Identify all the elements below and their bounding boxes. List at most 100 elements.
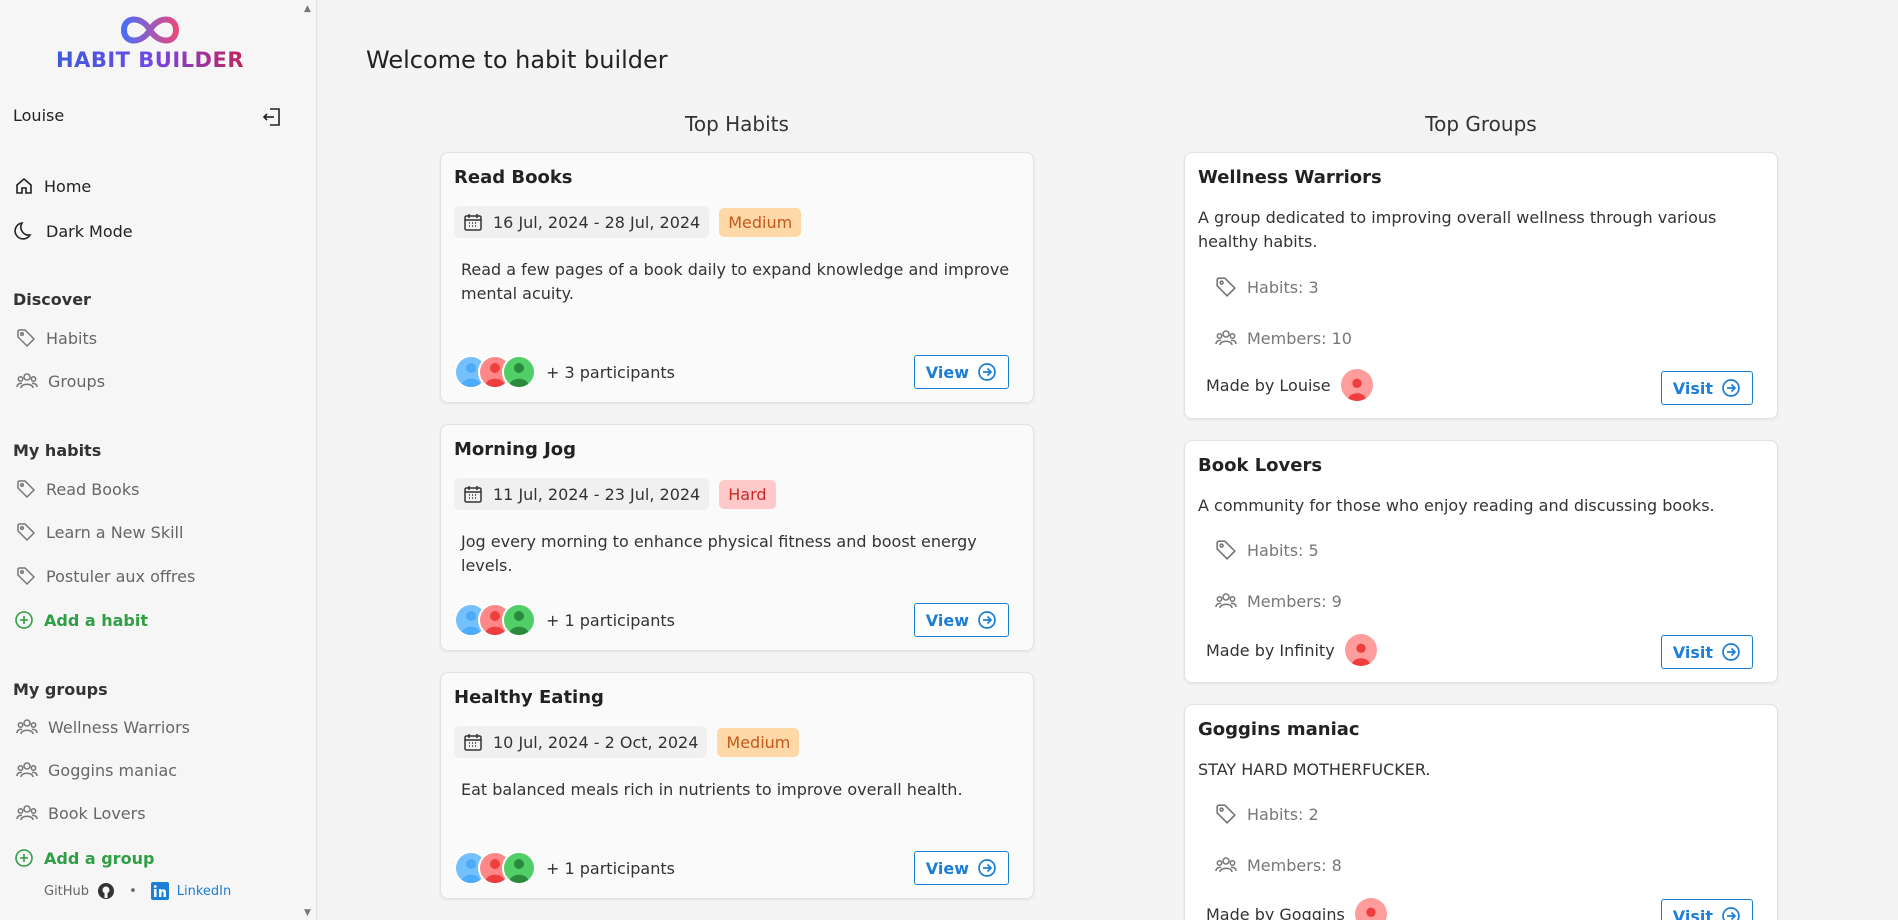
sidebar-item-read-books[interactable]: Read Books: [16, 479, 139, 499]
sidebar-item-label: Goggins maniac: [48, 760, 178, 780]
user-row: Louise: [13, 106, 283, 130]
visit-group-button[interactable]: Visit: [1660, 371, 1753, 405]
arrow-circle-right-icon: [1722, 907, 1740, 920]
add-habit-button[interactable]: Add a habit: [14, 610, 148, 630]
users-icon: [16, 719, 38, 735]
participants-count: + 3 participants: [546, 362, 675, 382]
users-icon: [1215, 593, 1237, 609]
users-icon: [1215, 857, 1237, 873]
creator-avatar: [1344, 634, 1377, 666]
app-logo[interactable]: HABIT BUILDER: [55, 10, 245, 74]
habit-dates-label: 10 Jul, 2024 - 2 Oct, 2024: [493, 732, 699, 752]
sidebar-item-wellness-warriors[interactable]: Wellness Warriors: [16, 717, 190, 737]
group-members-count: Members: 9: [1215, 591, 1342, 611]
view-button-label: View: [925, 610, 969, 630]
group-creator: Made by Infinity: [1206, 634, 1377, 666]
made-by-label: Made by Infinity: [1206, 640, 1335, 660]
view-button-label: View: [925, 362, 969, 382]
sidebar-scrollbar[interactable]: ▲ ▼: [302, 0, 316, 920]
arrow-circle-right-icon: [1722, 643, 1740, 661]
sidebar: HABIT BUILDER Louise Home Dark Mode Disc…: [0, 0, 316, 920]
group-habits-label: Habits: 2: [1247, 804, 1319, 824]
top-habits-title: Top Habits: [685, 112, 789, 136]
users-icon: [16, 762, 38, 778]
habit-dates: 10 Jul, 2024 - 2 Oct, 2024: [454, 726, 708, 758]
nav-home[interactable]: Home: [14, 176, 91, 196]
participants-row: + 1 participants: [454, 603, 675, 637]
linkedin-icon[interactable]: [150, 882, 169, 900]
add-group-button[interactable]: Add a group: [14, 848, 154, 868]
participant-avatar: [502, 355, 536, 389]
group-description: STAY HARD MOTHERFUCKER.: [1198, 760, 1431, 779]
main-content: Welcome to habit builder Top Habits Top …: [318, 0, 1898, 920]
participants-row: + 3 participants: [454, 355, 675, 389]
visit-button-label: Visit: [1672, 906, 1713, 920]
group-description: A community for those who enjoy reading …: [1198, 496, 1715, 515]
creator-avatar: [1354, 898, 1387, 920]
habit-dates-label: 16 Jul, 2024 - 28 Jul, 2024: [493, 212, 701, 232]
sidebar-item-label: Wellness Warriors: [48, 717, 190, 737]
group-description: A group dedicated to improving overall w…: [1198, 208, 1717, 251]
habit-date-row: 16 Jul, 2024 - 28 Jul, 2024 Medium: [454, 206, 802, 238]
view-habit-button[interactable]: View: [913, 355, 1009, 389]
sidebar-item-label: Postuler aux offres: [46, 566, 196, 586]
calendar-icon: [464, 734, 482, 751]
logo-text: HABIT BUILDER: [56, 48, 244, 72]
view-habit-button[interactable]: View: [913, 603, 1009, 637]
nav-dark-mode[interactable]: Dark Mode: [14, 220, 133, 242]
participants-count: + 1 participants: [546, 610, 675, 630]
logout-icon[interactable]: [261, 106, 283, 128]
group-habits-label: Habits: 5: [1247, 540, 1319, 560]
visit-group-button[interactable]: Visit: [1660, 635, 1753, 669]
sidebar-footer: GitHub • LinkedIn: [44, 882, 231, 900]
tag-icon: [1216, 540, 1236, 560]
tag-icon: [1216, 277, 1236, 297]
sidebar-item-habits[interactable]: Habits: [16, 328, 97, 348]
group-members-count: Members: 10: [1215, 328, 1352, 348]
linkedin-link[interactable]: LinkedIn: [177, 884, 231, 899]
group-habits-count: Habits: 5: [1215, 539, 1319, 561]
group-creator: Made by Louise: [1206, 369, 1373, 401]
sidebar-item-groups[interactable]: Groups: [16, 371, 105, 391]
made-by-label: Made by Louise: [1206, 375, 1331, 395]
group-title: Wellness Warriors: [1198, 167, 1382, 188]
visit-group-button[interactable]: Visit: [1660, 899, 1753, 920]
habit-title: Healthy Eating: [454, 687, 604, 708]
visit-button-label: Visit: [1672, 378, 1713, 398]
group-members-label: Members: 8: [1247, 855, 1342, 875]
page-title: Welcome to habit builder: [366, 46, 668, 74]
github-link[interactable]: GitHub: [44, 884, 89, 899]
group-card: Wellness Warriors A group dedicated to i…: [1184, 152, 1778, 419]
sidebar-item-learn-skill[interactable]: Learn a New Skill: [16, 522, 183, 542]
group-title: Goggins maniac: [1198, 719, 1360, 740]
sidebar-item-label: Read Books: [46, 479, 140, 499]
plus-circle-icon: [15, 611, 33, 629]
arrow-circle-right-icon: [978, 859, 996, 877]
scroll-up-arrow-icon[interactable]: ▲: [304, 4, 311, 14]
group-habits-count: Habits: 2: [1215, 803, 1319, 825]
tag-icon: [17, 523, 36, 542]
group-card: Goggins maniac STAY HARD MOTHERFUCKER. H…: [1184, 704, 1778, 920]
participant-avatar: [502, 603, 536, 637]
user-name: Louise: [13, 106, 65, 125]
sidebar-item-goggins[interactable]: Goggins maniac: [16, 760, 177, 780]
calendar-icon: [464, 214, 482, 231]
sidebar-item-groups-label: Groups: [48, 371, 106, 391]
github-icon[interactable]: [97, 882, 115, 900]
habit-dates: 11 Jul, 2024 - 23 Jul, 2024: [454, 478, 710, 510]
habit-title: Morning Jog: [454, 439, 577, 460]
moon-icon: [14, 221, 32, 240]
sidebar-item-book-lovers[interactable]: Book Lovers: [16, 803, 146, 823]
add-group-label: Add a group: [44, 848, 155, 868]
infinity-logo-icon: [120, 16, 180, 44]
sidebar-item-postuler[interactable]: Postuler aux offres: [16, 566, 195, 586]
users-icon: [1215, 330, 1237, 346]
add-habit-label: Add a habit: [44, 610, 148, 630]
view-button-label: View: [925, 858, 969, 878]
view-habit-button[interactable]: View: [913, 851, 1009, 885]
group-members-label: Members: 9: [1247, 591, 1342, 611]
group-members-count: Members: 8: [1215, 855, 1342, 875]
scroll-down-arrow-icon[interactable]: ▼: [304, 908, 311, 918]
habit-date-row: 10 Jul, 2024 - 2 Oct, 2024 Medium: [454, 726, 800, 758]
creator-avatar: [1340, 369, 1373, 401]
